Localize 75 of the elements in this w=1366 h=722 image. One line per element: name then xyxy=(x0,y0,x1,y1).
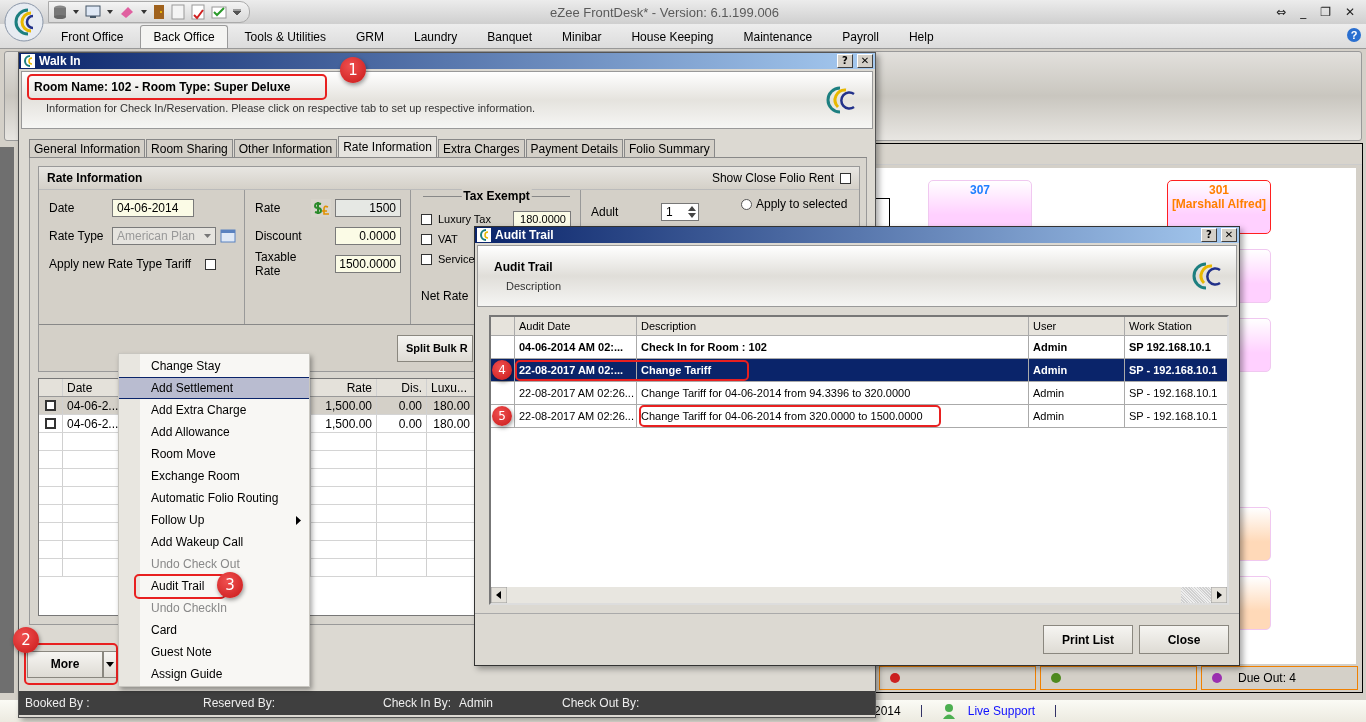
table-cell: 22-08-2017 AM 02:26... xyxy=(515,405,637,427)
checkbox-label: Apply new Rate Type Tariff xyxy=(49,257,193,271)
callout-badge: 5 xyxy=(492,406,512,426)
field-label: Date xyxy=(49,201,76,215)
callout-badge: 3 xyxy=(217,572,243,598)
field-label: Rate xyxy=(255,201,282,215)
info-text: Information for Check In/Reservation. Please click on respective tab to set up respective information. xyxy=(45,102,536,114)
window-title: eZee FrontDesk* - Version: 6.1.199.006 xyxy=(550,4,781,20)
menu-item-label: Room Move xyxy=(151,447,216,461)
table-cell: Admin xyxy=(1029,359,1125,381)
footer-label: Check Out By: xyxy=(562,696,640,710)
header-cell-text: Work Station xyxy=(1128,319,1193,334)
menu-item-label: Card xyxy=(151,623,177,637)
table-cell-text: SP - 192.168.10.1 xyxy=(1128,386,1219,401)
dialog-heading: Audit Trail xyxy=(494,260,554,274)
status-date: 2014 xyxy=(874,704,901,718)
table-cell: Admin xyxy=(1029,405,1125,427)
menu-item-label: Undo Check Out xyxy=(151,557,240,571)
table-cell: Check In for Room : 102 xyxy=(637,336,1029,358)
menu-item-label: Follow Up xyxy=(151,513,205,527)
table-cell: Admin xyxy=(1029,336,1125,358)
checkbox-label: Service xyxy=(438,253,475,265)
checkbox-label: Luxury Tax xyxy=(438,213,491,225)
table-cell: Admin xyxy=(1029,382,1125,404)
table-cell-text: SP - 192.168.10.1 xyxy=(1128,409,1219,424)
footer-label: Reserved By: xyxy=(203,696,277,710)
menu-item-label: Add Allowance xyxy=(151,425,230,439)
header-cell: Dis. xyxy=(377,379,427,396)
section-title: Rate Information xyxy=(47,171,144,185)
guest-name: [Marshall Alfred] xyxy=(1171,197,1267,211)
field-label: Taxable Rate xyxy=(255,250,298,278)
menu-item-label: Guest Note xyxy=(151,645,212,659)
callout-badge: 4 xyxy=(492,360,512,380)
header-cell: Rate xyxy=(311,379,377,396)
menu-item-label: Add Wakeup Call xyxy=(151,535,244,549)
table-cell: 04-06-2014 AM 02:... xyxy=(515,336,637,358)
table-cell: 1,500.00 xyxy=(311,397,377,414)
menu-item-label: Add Extra Charge xyxy=(151,403,247,417)
field-label: Discount xyxy=(255,229,303,243)
table-cell: Change Tariff for 04-06-2014 from 94.3396 to 320.0000 xyxy=(637,382,1029,404)
table-cell: 1,500.00 xyxy=(311,415,377,432)
field-label: Rate Type xyxy=(49,229,105,243)
menu-item-label: Assign Guide xyxy=(151,667,223,681)
field-label: Adult xyxy=(591,205,620,219)
table-cell-text: SP - 192.168.10.1 xyxy=(1128,363,1219,378)
footer-label: Booked By : xyxy=(25,696,91,710)
checkbox-label: VAT xyxy=(438,233,458,245)
table-cell: 0.00 xyxy=(377,397,427,414)
header-cell: Audit Date xyxy=(515,317,637,335)
window-title: Walk In xyxy=(39,54,82,68)
callout-badge: 1 xyxy=(340,57,366,83)
header-cell: User xyxy=(1029,317,1125,335)
callout-badge: 2 xyxy=(13,626,39,653)
header-cell: Description xyxy=(637,317,1029,335)
room-number: 301 xyxy=(1209,183,1229,197)
window-title: Audit Trail xyxy=(495,228,555,242)
field-label: Net Rate xyxy=(421,289,470,303)
group-title: Tax Exempt xyxy=(461,189,532,203)
room-heading: Room Name: 102 - Room Type: Super Deluxe xyxy=(34,80,291,94)
table-cell-text: SP 192.168.10.1 xyxy=(1128,340,1212,355)
radio-label: Apply to selected xyxy=(756,197,848,211)
table-cell: 22-08-2017 AM 02:26... xyxy=(515,382,637,404)
menu-item-label: Automatic Folio Routing xyxy=(151,491,279,505)
checkbox-label: Show Close Folio Rent xyxy=(711,171,834,185)
menu-item-label: Add Settlement xyxy=(151,381,234,395)
footer-label: Check In By: xyxy=(383,696,453,710)
menu-item-label: Undo CheckIn xyxy=(151,601,228,615)
menu-item-label: Exchange Room xyxy=(151,469,240,483)
menu-item-label: Change Stay xyxy=(151,359,221,373)
footer-value: Admin xyxy=(459,696,494,710)
counter-label: Due Out: 4 xyxy=(1238,671,1297,685)
menu-item-label: Audit Trail xyxy=(151,579,205,593)
table-cell: 0.00 xyxy=(377,415,427,432)
dialog-subheading: Description xyxy=(505,280,562,292)
room-number: 307 xyxy=(970,183,990,197)
